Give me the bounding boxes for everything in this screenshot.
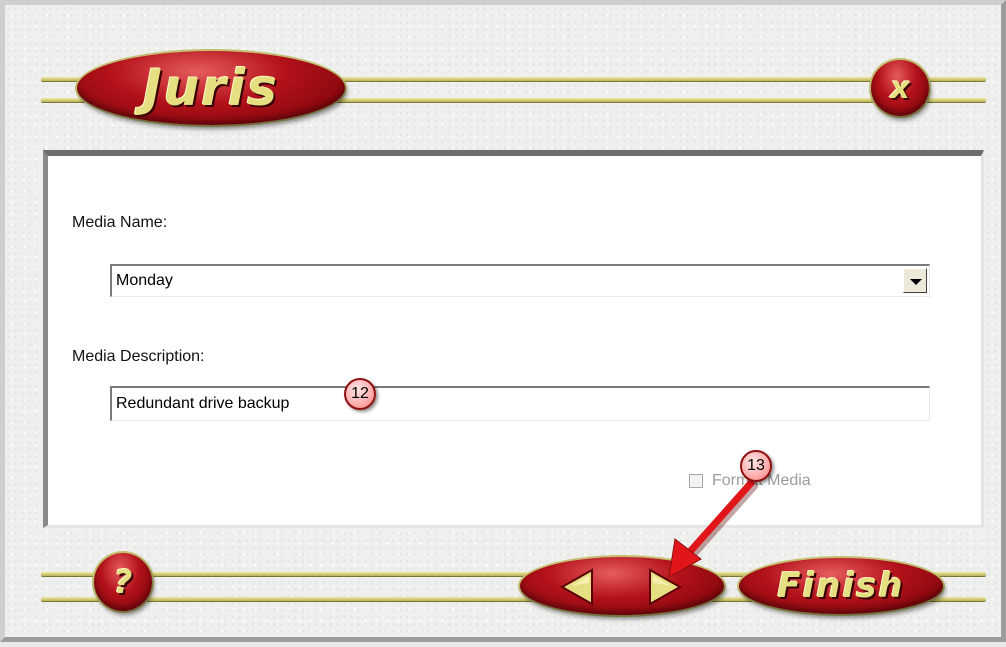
step-12-badge: 12 — [344, 378, 376, 410]
arrow-right-icon — [649, 568, 683, 606]
close-button[interactable]: x — [871, 60, 929, 116]
media-description-label: Media Description: — [72, 348, 205, 365]
media-name-dropdown[interactable]: Monday — [110, 264, 930, 297]
media-name-value: Monday — [116, 272, 173, 289]
format-media-checkbox[interactable] — [689, 474, 703, 488]
chevron-down-icon[interactable] — [903, 268, 927, 293]
logo-text: Juris — [143, 59, 279, 117]
step-13-badge: 13 — [740, 450, 772, 482]
help-icon: ? — [113, 563, 133, 601]
media-description-value: Redundant drive backup — [116, 395, 290, 412]
media-description-field[interactable]: Redundant drive backup — [110, 386, 930, 421]
back-button[interactable] — [554, 567, 600, 607]
juris-logo: Juris — [77, 51, 345, 125]
arrow-left-icon — [559, 568, 593, 606]
finish-button[interactable]: Finish — [739, 558, 943, 614]
next-button[interactable] — [642, 567, 688, 607]
help-button[interactable]: ? — [94, 553, 152, 611]
close-icon: x — [890, 70, 910, 106]
media-name-label: Media Name: — [72, 214, 168, 231]
navigation-pill — [520, 557, 724, 615]
wizard-window: Juris x Media Name: Monday Media Descrip… — [0, 0, 1006, 642]
finish-label: Finish — [777, 566, 905, 606]
content-panel: Media Name: Monday Media Description: Re… — [43, 150, 984, 528]
